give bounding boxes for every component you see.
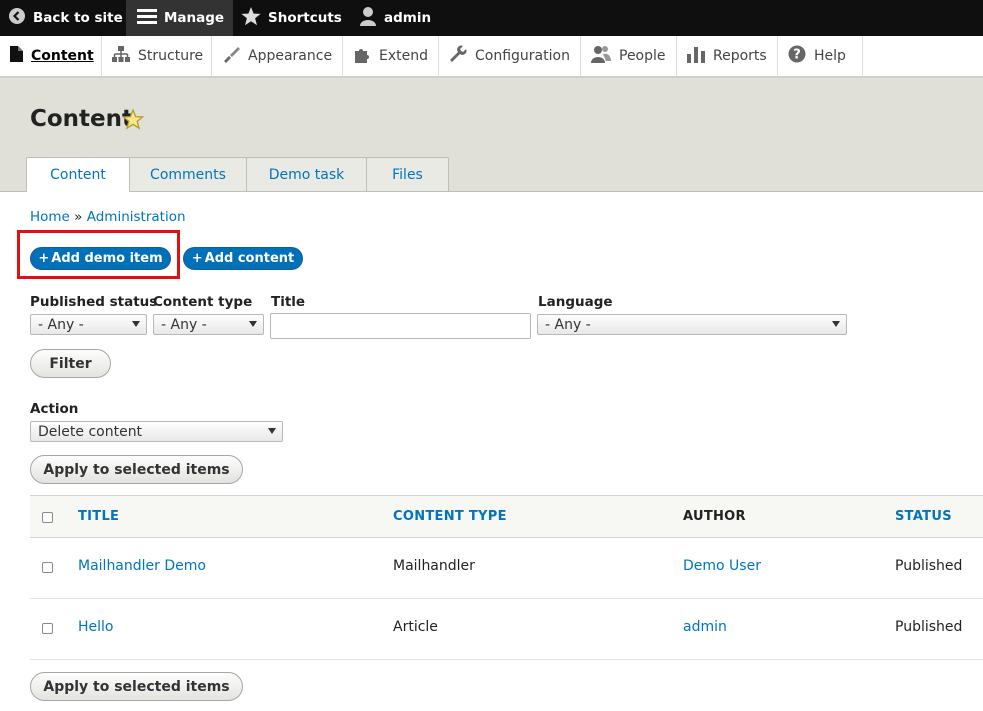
- tray-reports[interactable]: Reports: [677, 36, 778, 76]
- row-content-type: Mailhandler: [393, 558, 475, 574]
- row-title-link[interactable]: Hello: [78, 619, 114, 635]
- content-type-label: Content type: [153, 294, 253, 310]
- dropdown-caret-icon: [268, 428, 276, 434]
- shortcuts-button[interactable]: Shortcuts: [233, 0, 346, 36]
- action-select[interactable]: Delete content: [30, 421, 283, 442]
- language-select[interactable]: - Any -: [537, 314, 847, 335]
- puzzle-icon: [353, 45, 379, 67]
- dropdown-caret-icon: [249, 321, 257, 327]
- tab-content[interactable]: Content: [26, 157, 130, 192]
- add-demo-item-button[interactable]: + Add demo item: [30, 247, 171, 270]
- apply-to-selected-button-bottom[interactable]: Apply to selected items: [30, 672, 243, 701]
- select-all-checkbox[interactable]: [42, 512, 53, 523]
- tray-extend[interactable]: Extend: [343, 36, 439, 76]
- published-status-label: Published status: [30, 294, 158, 310]
- filter-button[interactable]: Filter: [30, 349, 111, 378]
- row-status: Published: [895, 619, 963, 635]
- column-header-title[interactable]: TITLE: [78, 509, 119, 524]
- breadcrumb-administration-link[interactable]: Administration: [87, 209, 186, 225]
- tray-configuration[interactable]: Configuration: [439, 36, 581, 76]
- menu-icon: [137, 8, 164, 28]
- wrench-icon: [449, 45, 475, 67]
- dropdown-caret-icon: [832, 321, 840, 327]
- plus-icon: +: [191, 251, 203, 266]
- language-label: Language: [538, 294, 613, 310]
- breadcrumb-separator: »: [74, 209, 83, 225]
- row-checkbox[interactable]: [42, 623, 53, 634]
- row-author-link[interactable]: Demo User: [683, 558, 761, 574]
- people-icon: [591, 45, 619, 67]
- tray-help[interactable]: ? Help: [778, 36, 863, 76]
- table-row: Hello Article admin Published: [30, 599, 983, 660]
- plus-icon: +: [38, 251, 50, 266]
- table-header: TITLE CONTENT TYPE AUTHOR STATUS: [30, 495, 983, 538]
- breadcrumb: Home » Administration: [30, 209, 186, 225]
- admin-toolbar: Back to site Manage Shortcuts admin: [0, 0, 983, 36]
- file-icon: [10, 46, 31, 66]
- row-title-link[interactable]: Mailhandler Demo: [78, 558, 206, 574]
- title-input[interactable]: [270, 313, 531, 339]
- content-type-select[interactable]: - Any -: [153, 314, 264, 335]
- user-icon: [359, 6, 384, 30]
- breadcrumb-home-link[interactable]: Home: [30, 209, 70, 225]
- sitemap-icon: [112, 46, 138, 66]
- column-header-content-type[interactable]: CONTENT TYPE: [393, 509, 507, 524]
- manage-button[interactable]: Manage: [126, 0, 233, 36]
- add-content-button[interactable]: + Add content: [183, 247, 303, 270]
- svg-text:?: ?: [793, 48, 801, 63]
- shortcut-star-icon[interactable]: [121, 108, 145, 134]
- tab-files[interactable]: Files: [366, 157, 449, 191]
- apply-to-selected-button-top[interactable]: Apply to selected items: [30, 455, 243, 484]
- row-status: Published: [895, 558, 963, 574]
- title-label: Title: [271, 294, 306, 310]
- tray-people[interactable]: People: [581, 36, 677, 76]
- tray-content[interactable]: Content: [0, 36, 102, 76]
- column-header-status[interactable]: STATUS: [895, 509, 952, 524]
- toolbar-tray: Content Structure Appearance Extend Conf…: [0, 36, 983, 78]
- star-icon: [241, 6, 268, 30]
- tab-comments[interactable]: Comments: [129, 157, 247, 191]
- page-title: Content: [30, 106, 134, 132]
- row-author-link[interactable]: admin: [683, 619, 727, 635]
- action-label: Action: [30, 401, 79, 417]
- back-to-site-link[interactable]: Back to site: [0, 0, 126, 36]
- column-header-author: AUTHOR: [683, 509, 746, 524]
- table-row: Mailhandler Demo Mailhandler Demo User P…: [30, 538, 983, 599]
- dropdown-caret-icon: [132, 321, 140, 327]
- tray-structure[interactable]: Structure: [102, 36, 212, 76]
- tab-demo-task[interactable]: Demo task: [246, 157, 367, 191]
- bar-chart-icon: [687, 45, 713, 67]
- row-content-type: Article: [393, 619, 438, 635]
- paintbrush-icon: [222, 45, 248, 67]
- help-icon: ?: [788, 45, 814, 67]
- back-arrow-icon: [8, 7, 33, 29]
- user-button[interactable]: admin: [351, 0, 441, 36]
- published-status-select[interactable]: - Any -: [30, 314, 147, 335]
- row-checkbox[interactable]: [42, 562, 53, 573]
- tray-appearance[interactable]: Appearance: [212, 36, 343, 76]
